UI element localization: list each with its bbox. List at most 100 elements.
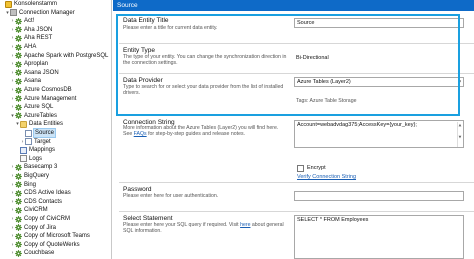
connection-manager-icon bbox=[10, 9, 17, 17]
tree-item-label: BigQuery bbox=[24, 173, 50, 180]
connection-field-section: Connection String More information about… bbox=[119, 118, 474, 154]
gear-icon bbox=[15, 215, 22, 223]
tree-item[interactable]: › Copy of CiviCRM bbox=[0, 215, 111, 223]
provider-tags: Tags: Azure Table Storage bbox=[296, 98, 357, 104]
encrypt-checkbox[interactable] bbox=[297, 165, 304, 172]
tree-item[interactable]: ▾ Connection Manager bbox=[0, 9, 111, 17]
tree-item[interactable]: › CDS Contacts bbox=[0, 198, 111, 206]
tree-item[interactable]: › Apache Spark with PostgreSQL bbox=[0, 52, 111, 60]
pane-header-title: Source bbox=[113, 0, 474, 11]
tree-item-label: Source bbox=[32, 128, 57, 139]
data-provider-value: Azure Tables (Layer2) bbox=[297, 79, 351, 85]
tree-item[interactable]: › Bing bbox=[0, 181, 111, 189]
gear-icon bbox=[15, 224, 22, 232]
logs-icon bbox=[20, 155, 27, 163]
textarea-scrollbar[interactable]: ▲ ▼ bbox=[457, 122, 462, 147]
gear-icon bbox=[15, 86, 22, 94]
tree-item[interactable]: › Copy of QuoteWerks bbox=[0, 241, 111, 249]
title-input[interactable]: Source bbox=[294, 18, 464, 28]
select-field-description: Please enter here your SQL query if requ… bbox=[123, 222, 288, 234]
gear-icon bbox=[15, 112, 22, 120]
title-field-label: Data Entity Title bbox=[123, 17, 169, 24]
gear-icon bbox=[15, 69, 22, 77]
gear-icon bbox=[15, 198, 22, 206]
tree-item[interactable]: › Azure SQL bbox=[0, 103, 111, 111]
tree-item[interactable]: › Copy of Microsoft Teams bbox=[0, 232, 111, 240]
select-desc-text: Please enter here your SQL query if requ… bbox=[123, 222, 241, 228]
connection-field-description: More information about the Azure Tables … bbox=[123, 125, 283, 137]
tree-item[interactable]: › CDS Active Ideas bbox=[0, 189, 111, 197]
gear-icon bbox=[15, 35, 22, 42]
tree-item[interactable]: › Copy of Jira bbox=[0, 224, 111, 232]
tree-item[interactable]: Source bbox=[0, 128, 111, 139]
tree-item-label: Azure Management bbox=[24, 95, 77, 102]
folder-icon bbox=[20, 120, 27, 128]
tree-item[interactable]: › Act! bbox=[0, 17, 111, 25]
provider-field-label: Data Provider bbox=[123, 77, 163, 84]
sql-help-link[interactable]: here bbox=[240, 222, 250, 228]
verify-connection-link[interactable]: Verify Connection String bbox=[297, 174, 356, 180]
gear-icon bbox=[15, 60, 22, 68]
mappings-icon bbox=[20, 146, 27, 154]
chevron-down-icon[interactable]: ▾ bbox=[458, 78, 461, 86]
tree-item[interactable]: › Aproplan bbox=[0, 60, 111, 68]
tree-item[interactable]: › Azure Management bbox=[0, 95, 111, 103]
tree-item-label: CiviCRM bbox=[24, 207, 48, 214]
tree-item-label: Apache Spark with PostgreSQL bbox=[24, 52, 109, 59]
tree-item[interactable]: › Target bbox=[0, 138, 111, 146]
tree-item[interactable]: › Aha REST bbox=[0, 34, 111, 42]
tree-item-label: Basecamp 3 bbox=[24, 164, 58, 171]
tree-item[interactable]: › Asana bbox=[0, 77, 111, 85]
connection-string-input[interactable]: Account=webadvdag375;AccessKey={your_key… bbox=[294, 120, 464, 148]
connection-desc-text-after: for step-by-step guides and release note… bbox=[146, 131, 245, 138]
tree-item-label: Mappings bbox=[29, 147, 56, 154]
provider-field-description: Type to search for or select your data p… bbox=[123, 84, 284, 97]
tree-item-label: Azure CosmosDB bbox=[24, 87, 72, 94]
title-field-section: Data Entity Title Please enter a title f… bbox=[119, 15, 474, 41]
tree-item[interactable]: ▾ AzureTables bbox=[0, 112, 111, 120]
document-icon bbox=[25, 129, 32, 137]
select-field-label: Select Statement bbox=[123, 215, 173, 222]
tree-item-label: Copy of Jira bbox=[24, 224, 57, 231]
tree-item[interactable]: ▾ Data Entities bbox=[0, 120, 111, 128]
tree-item-label: AzureTables bbox=[24, 112, 58, 119]
data-provider-dropdown[interactable]: Azure Tables (Layer2) ▾ bbox=[294, 77, 464, 87]
tree-item[interactable]: › AHA bbox=[0, 43, 111, 51]
tree-item-label: CDS Active Ideas bbox=[24, 190, 71, 197]
entity-settings-pane: Source Data Entity Title Please enter a … bbox=[113, 0, 474, 259]
entity-type-value: Bi-Directional bbox=[296, 55, 329, 61]
tree-item[interactable]: › CiviCRM bbox=[0, 206, 111, 214]
encrypt-label: Encrypt bbox=[307, 165, 326, 171]
tree-item-label: Data Entities bbox=[29, 121, 64, 128]
tree-item-label: Connection Manager bbox=[19, 9, 75, 16]
tree-item-label: Copy of CiviCRM bbox=[24, 216, 71, 223]
gear-icon bbox=[15, 95, 22, 103]
tree-item-label: Target bbox=[34, 138, 51, 145]
gear-icon bbox=[15, 189, 22, 197]
tree-item[interactable]: › BigQuery bbox=[0, 172, 111, 180]
gear-icon bbox=[15, 103, 22, 111]
tree-item[interactable]: › Basecamp 3 bbox=[0, 163, 111, 171]
document-icon bbox=[25, 138, 32, 146]
password-input[interactable] bbox=[294, 191, 464, 201]
password-field-section: Password Please enter here for user auth… bbox=[119, 182, 474, 210]
tree-item[interactable]: › Couchbase bbox=[0, 249, 111, 257]
tree-item[interactable]: › Aha JSON bbox=[0, 26, 111, 34]
type-field-label: Entity Type bbox=[123, 47, 156, 54]
tree-item[interactable]: Logs bbox=[0, 155, 111, 163]
tree-item[interactable]: › Asana JSON bbox=[0, 69, 111, 77]
gear-icon bbox=[15, 52, 22, 60]
password-field-label: Password bbox=[123, 186, 152, 193]
tree-item[interactable]: Mappings bbox=[0, 146, 111, 154]
tree-item-label: Asana bbox=[24, 78, 42, 85]
tree-item[interactable]: › Azure CosmosDB bbox=[0, 86, 111, 94]
gear-icon bbox=[15, 207, 22, 214]
tree-item[interactable]: Konsolenstamm bbox=[0, 0, 111, 8]
tree-item-label: AHA bbox=[24, 44, 37, 51]
tree-item-label: Aproplan bbox=[24, 61, 49, 68]
gear-icon bbox=[15, 26, 22, 34]
tree-item-label: Act! bbox=[24, 18, 35, 25]
type-field-section: Entity Type The type of your entity. You… bbox=[119, 43, 474, 71]
select-statement-input[interactable]: SELECT * FROM Employees bbox=[294, 215, 464, 259]
faqs-link[interactable]: FAQs bbox=[134, 131, 147, 137]
